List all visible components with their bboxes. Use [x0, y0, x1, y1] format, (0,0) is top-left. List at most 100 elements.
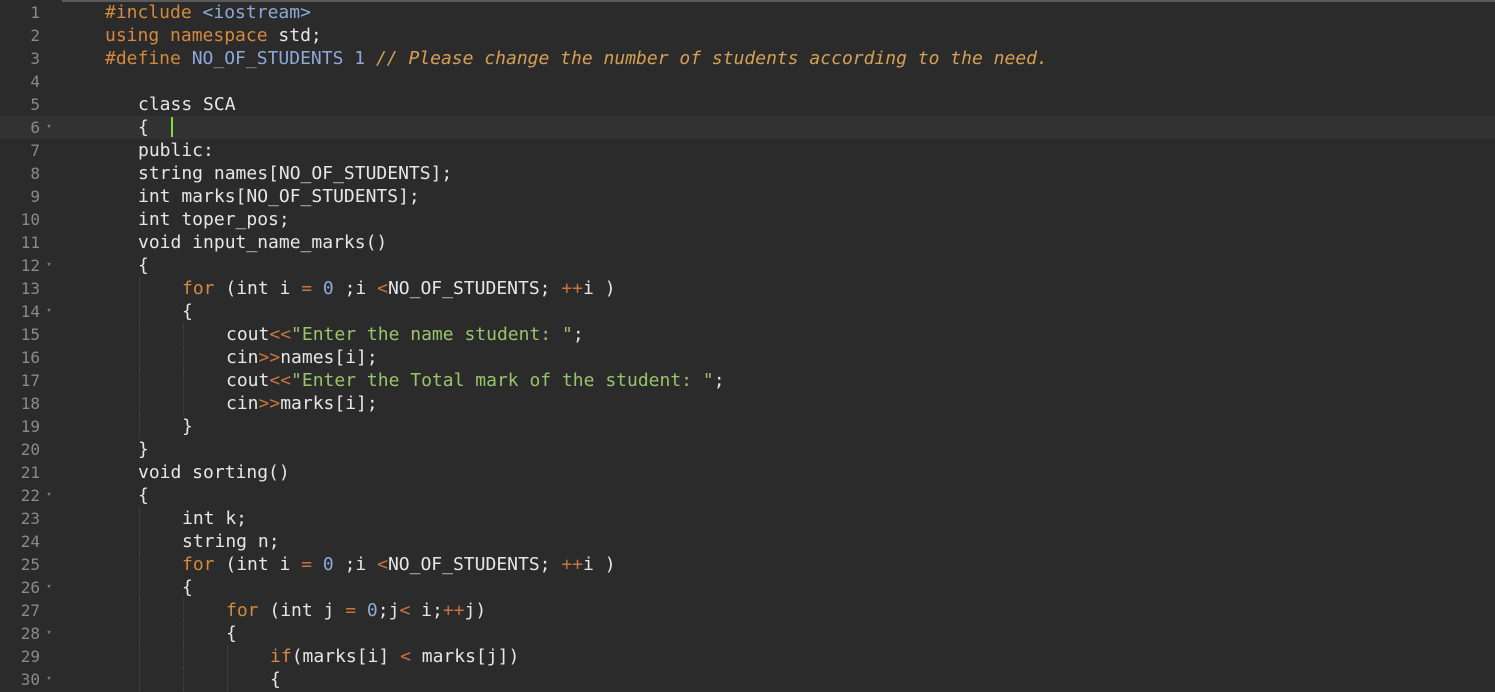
- text-cursor: [171, 117, 173, 137]
- code-line[interactable]: 7 public:: [0, 139, 1495, 162]
- code-line[interactable]: 1 #include <iostream>: [0, 1, 1495, 24]
- line-number: 23: [20, 509, 40, 528]
- code-line[interactable]: 8 string names[NO_OF_STUDENTS];: [0, 162, 1495, 185]
- code-text: string n;: [182, 530, 280, 553]
- fold-toggle-icon[interactable]: ▾: [44, 576, 54, 599]
- code-line[interactable]: 14 ▾ {: [0, 300, 1495, 323]
- code-token: =: [301, 278, 323, 299]
- code-text: cout<<"Enter the Total mark of the stude…: [226, 369, 725, 392]
- code-line[interactable]: 22 ▾ {: [0, 484, 1495, 507]
- line-number: 28: [20, 624, 40, 643]
- code-token: {: [138, 485, 149, 506]
- code-token: {: [182, 577, 193, 598]
- code-text: cout<<"Enter the name student: ";: [226, 323, 584, 346]
- code-line[interactable]: 9 int marks[NO_OF_STUDENTS];: [0, 185, 1495, 208]
- line-number: 27: [20, 601, 40, 620]
- code-text: }: [182, 415, 193, 438]
- code-token: 0: [366, 600, 378, 621]
- fold-toggle-icon[interactable]: ▾: [44, 254, 54, 277]
- code-line[interactable]: 30 ▾ {: [0, 668, 1495, 691]
- code-token: names[i];: [280, 347, 378, 368]
- code-line[interactable]: 4: [0, 70, 1495, 93]
- code-line[interactable]: 21 void sorting(): [0, 461, 1495, 484]
- code-token: j): [464, 600, 487, 621]
- line-number: 26: [20, 578, 40, 597]
- code-token: <<: [269, 324, 292, 345]
- code-line[interactable]: 27 for (int j = 0;j< i;++j): [0, 599, 1495, 622]
- fold-toggle-icon[interactable]: ▾: [44, 622, 54, 645]
- line-number: 30: [20, 670, 40, 689]
- code-token: {: [226, 623, 237, 644]
- code-line[interactable]: 10 int toper_pos;: [0, 208, 1495, 231]
- code-line[interactable]: 29 if(marks[i] < marks[j]): [0, 645, 1495, 668]
- code-text: #include <iostream>: [105, 1, 311, 24]
- line-number: 8: [30, 164, 40, 183]
- code-token: #include: [105, 2, 203, 23]
- code-line[interactable]: 17 cout<<"Enter the Total mark of the stu…: [0, 369, 1495, 392]
- code-text: void sorting(): [138, 461, 290, 484]
- code-text: {: [138, 116, 149, 139]
- line-number: 6: [30, 118, 40, 137]
- code-line[interactable]: 13 for (int i = 0 ;i <NO_OF_STUDENTS; ++i…: [0, 277, 1495, 300]
- code-line[interactable]: 19}: [0, 415, 1495, 438]
- code-line[interactable]: 5 class SCA: [0, 93, 1495, 116]
- code-token: >>: [258, 393, 281, 414]
- indent-guide: [139, 300, 140, 323]
- code-token: {: [138, 255, 149, 276]
- code-text: {: [270, 668, 281, 691]
- code-token: ;i: [344, 278, 378, 299]
- code-line[interactable]: 12 ▾ {: [0, 254, 1495, 277]
- code-token: <: [377, 554, 388, 575]
- indent-guide: [139, 415, 140, 438]
- indent-guide: [139, 530, 140, 553]
- code-line[interactable]: 11 void input_name_marks(): [0, 231, 1495, 254]
- code-line[interactable]: 23 int k;: [0, 507, 1495, 530]
- code-line[interactable]: 15 cout<<"Enter the name student: ";: [0, 323, 1495, 346]
- indent-guide: [139, 346, 140, 369]
- code-token: void input_name_marks(): [138, 232, 388, 253]
- code-line[interactable]: 26 ▾ {: [0, 576, 1495, 599]
- indent-guide: [183, 392, 184, 415]
- fold-toggle-icon[interactable]: ▾: [44, 300, 54, 323]
- code-line[interactable]: 28 ▾ {: [0, 622, 1495, 645]
- code-line[interactable]: 6 ▾ {: [0, 116, 1495, 139]
- indent-guide: [227, 645, 228, 668]
- code-token: i;: [421, 600, 443, 621]
- code-line[interactable]: 2 using namespace std;: [0, 24, 1495, 47]
- code-token: {: [138, 117, 149, 138]
- fold-toggle-icon[interactable]: ▾: [44, 484, 54, 507]
- indent-guide: [183, 323, 184, 346]
- indent-guide: [183, 599, 184, 622]
- code-text: void input_name_marks(): [138, 231, 387, 254]
- indent-guide: [139, 553, 140, 576]
- indent-guide: [183, 369, 184, 392]
- code-token: =: [301, 554, 323, 575]
- code-token: public:: [138, 140, 214, 161]
- line-number: 7: [30, 141, 40, 160]
- code-editor[interactable]: 1 #include <iostream> 2 using namespace std…: [0, 0, 1495, 692]
- code-token: cout: [226, 324, 270, 345]
- code-text: {: [226, 622, 237, 645]
- code-text: }: [138, 438, 149, 461]
- code-line[interactable]: 20}: [0, 438, 1495, 461]
- code-token: // Please change the number of students …: [375, 48, 1048, 69]
- code-token: ++: [561, 278, 584, 299]
- fold-toggle-icon[interactable]: ▾: [44, 668, 54, 691]
- code-token: ++: [442, 600, 465, 621]
- line-number: 13: [20, 279, 40, 298]
- code-text: class SCA: [138, 93, 236, 116]
- code-line[interactable]: 3 #define NO_OF_STUDENTS 1 // Please chan…: [0, 47, 1495, 70]
- line-number: 10: [20, 210, 40, 229]
- code-token: (int j: [269, 600, 346, 621]
- line-number: 29: [20, 647, 40, 666]
- code-token: ;i: [344, 554, 378, 575]
- code-token: int marks[NO_OF_STUDENTS];: [138, 186, 420, 207]
- code-line[interactable]: 25 for (int i = 0 ;i <NO_OF_STUDENTS; ++i…: [0, 553, 1495, 576]
- code-line[interactable]: 24 string n;: [0, 530, 1495, 553]
- code-text: for (int i = 0 ;i <NO_OF_STUDENTS; ++i ): [182, 277, 616, 300]
- code-text: cin>>marks[i];: [226, 392, 378, 415]
- fold-toggle-icon[interactable]: ▾: [44, 116, 54, 139]
- code-text: using namespace std;: [105, 24, 322, 47]
- code-line[interactable]: 16 cin>>names[i];: [0, 346, 1495, 369]
- code-line[interactable]: 18 cin>>marks[i];: [0, 392, 1495, 415]
